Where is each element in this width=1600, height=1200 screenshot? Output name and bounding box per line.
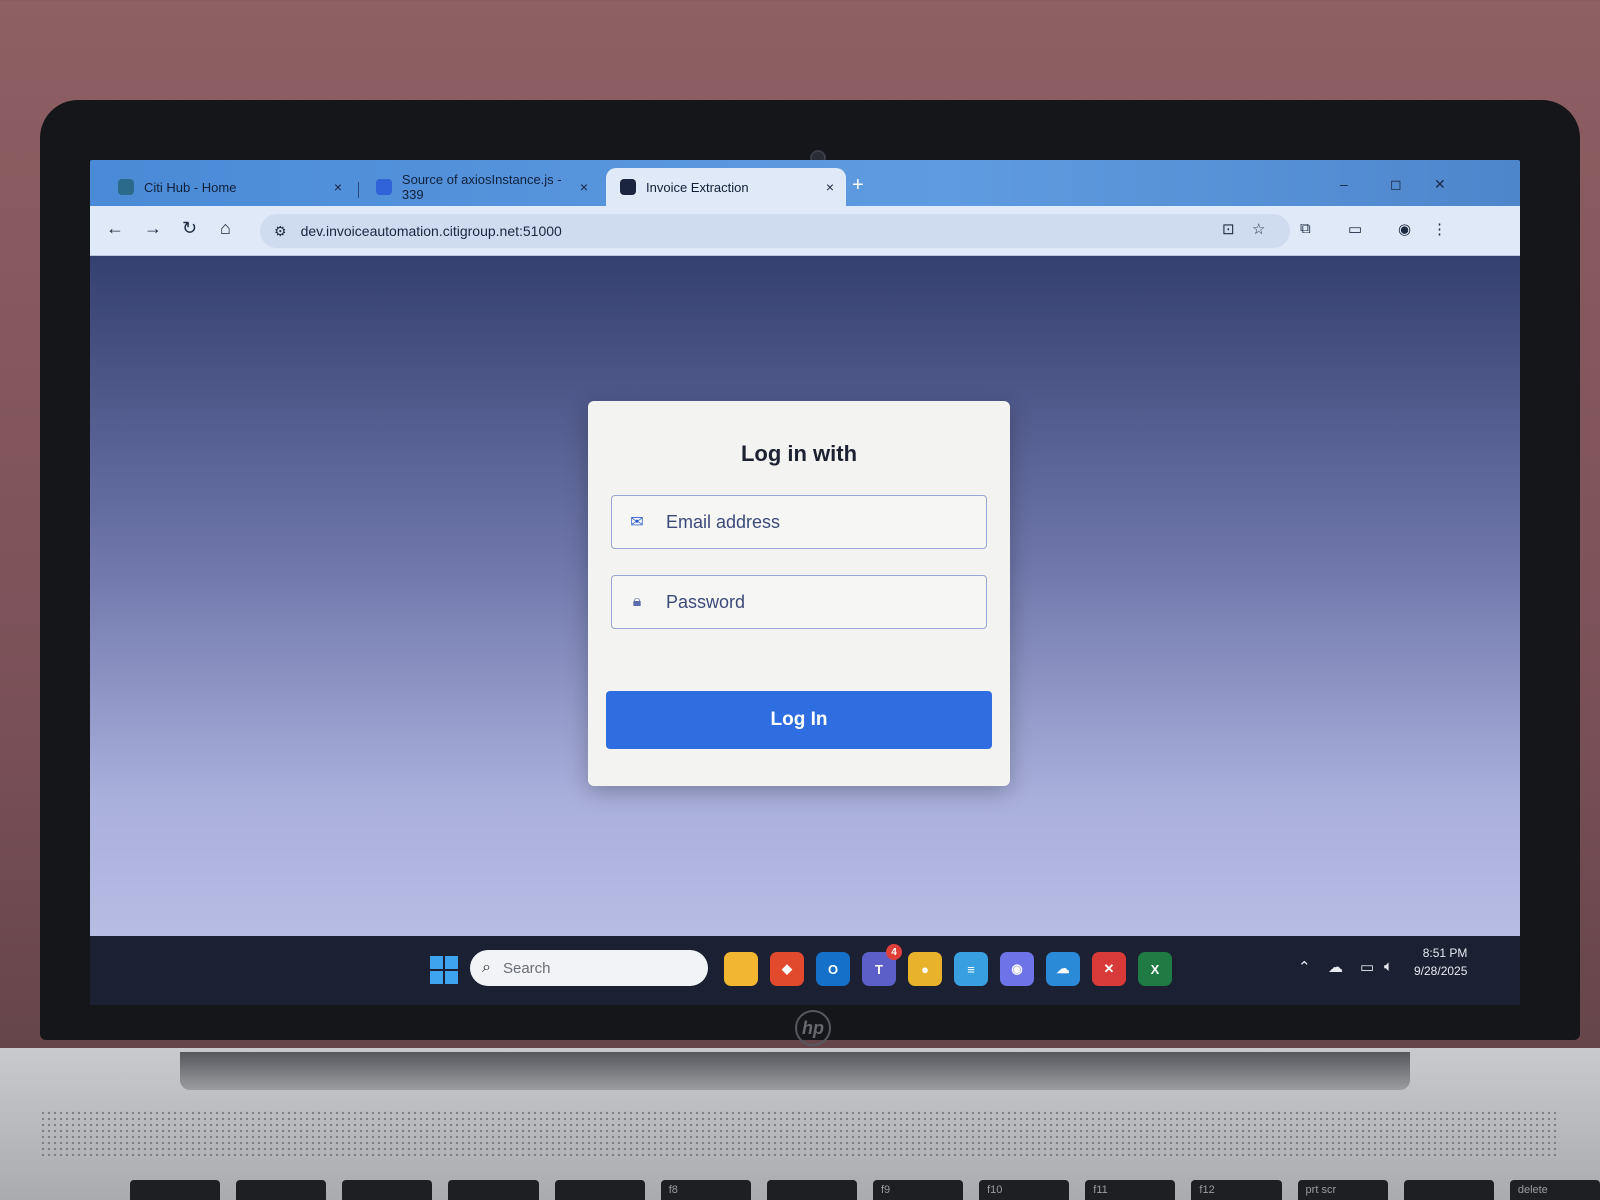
- clock-date: 9/28/2025: [1414, 964, 1468, 978]
- menu-kebab-icon[interactable]: ⋮: [1432, 220, 1447, 238]
- maximize-icon[interactable]: ◻: [1390, 176, 1402, 193]
- login-page: Log in with ✉ 🔒︎ Log In: [90, 256, 1520, 936]
- github-icon[interactable]: ◉: [1000, 952, 1034, 986]
- windows-taskbar: ⌕ ◆ O T4● ≡ ◉ ☁ ✕ X ⌃ ☁ ▭ 🔈︎ 8:51 PM 9/28/2025: [90, 936, 1520, 1005]
- tab-invoice-extraction[interactable]: Invoice Extraction ×: [606, 168, 846, 206]
- tab-label: Invoice Extraction: [646, 179, 749, 195]
- notification-badge: 4: [886, 944, 902, 960]
- extensions-icon[interactable]: ⧉: [1300, 220, 1311, 237]
- git-icon[interactable]: ◆: [770, 952, 804, 986]
- reading-mode-icon[interactable]: ▭: [1348, 220, 1362, 238]
- tab-label: Citi Hub - Home: [144, 179, 237, 195]
- hp-logo: hp: [795, 1010, 831, 1046]
- login-card: Log in with ✉ 🔒︎ Log In: [588, 401, 1010, 786]
- notepad-icon[interactable]: ≡: [954, 952, 988, 986]
- system-clock[interactable]: 8:51 PM 9/28/2025: [1414, 944, 1467, 980]
- reload-icon[interactable]: ↻: [182, 218, 197, 239]
- browser-tab-bar: Citi Hub - Home × Source of axiosInstanc…: [90, 160, 1520, 206]
- url-text[interactable]: dev.invoiceautomation.citigroup.net:5100…: [301, 223, 562, 239]
- email-field[interactable]: ✉: [611, 495, 987, 549]
- taskbar-search-input[interactable]: [502, 959, 683, 977]
- volume-icon[interactable]: 🔈︎: [1384, 958, 1393, 975]
- laptop-screen: Citi Hub - Home × Source of axiosInstanc…: [90, 160, 1520, 1005]
- clock-time: 8:51 PM: [1422, 946, 1468, 960]
- back-icon[interactable]: ←: [106, 218, 124, 239]
- app-icon: [620, 179, 636, 195]
- onedrive-icon[interactable]: ☁: [1328, 958, 1343, 976]
- taskbar-search[interactable]: ⌕: [470, 950, 708, 986]
- address-bar[interactable]: ⚙ dev.invoiceautomation.citigroup.net:51…: [260, 214, 1290, 248]
- install-app-icon[interactable]: ⊡: [1222, 220, 1235, 238]
- minimize-icon[interactable]: –: [1340, 176, 1348, 192]
- network-icon[interactable]: ▭: [1360, 958, 1374, 976]
- keyboard-key: delete: [1509, 1180, 1600, 1200]
- file-explorer-icon[interactable]: [724, 952, 758, 986]
- envelope-icon: ✉: [630, 514, 644, 531]
- sharepoint-icon: [118, 179, 134, 195]
- site-settings-icon[interactable]: ⚙: [274, 223, 287, 240]
- keyboard-key: prt scr: [1297, 1180, 1388, 1200]
- tab-label: Source of axiosInstance.js - 339: [401, 172, 562, 202]
- cloud-app-icon[interactable]: ☁: [1046, 952, 1080, 986]
- password-input[interactable]: [666, 591, 966, 613]
- window-close-icon[interactable]: ✕: [1434, 176, 1446, 193]
- search-icon: ⌕: [482, 959, 491, 976]
- keyboard-key: f11: [1085, 1180, 1176, 1200]
- email-input[interactable]: [666, 511, 966, 533]
- windows-start-icon[interactable]: [430, 956, 458, 984]
- password-field[interactable]: 🔒︎: [611, 575, 987, 629]
- home-icon[interactable]: ⌂: [220, 218, 231, 239]
- keyboard-key: f8: [660, 1180, 751, 1200]
- keyboard-key: [130, 1180, 221, 1200]
- shield-icon: [376, 179, 392, 195]
- lock-icon: 🔒︎: [632, 593, 642, 610]
- keyboard-key: f10: [979, 1180, 1070, 1200]
- keyboard-key: [1403, 1180, 1494, 1200]
- chevron-up-icon[interactable]: ⌃: [1298, 958, 1311, 976]
- keyboard-key: f12: [1191, 1180, 1282, 1200]
- laptop-hinge: [180, 1052, 1410, 1090]
- login-title: Log in with: [740, 441, 858, 466]
- forward-icon[interactable]: →: [144, 218, 162, 239]
- teams-icon[interactable]: T4: [862, 944, 902, 986]
- outlook-icon[interactable]: O: [816, 952, 850, 986]
- speaker-grille: [40, 1110, 1560, 1156]
- keyboard-key: [236, 1180, 327, 1200]
- keyboard-key: [554, 1180, 645, 1200]
- keyboard-row: f8 f9 f10 f11 f12 prt scr delete: [130, 1180, 1600, 1200]
- close-icon[interactable]: ×: [826, 179, 834, 195]
- tab-separator: [358, 182, 359, 198]
- close-icon[interactable]: ×: [580, 179, 588, 195]
- profile-icon[interactable]: ◉: [1398, 220, 1411, 238]
- excel-icon[interactable]: X: [1138, 952, 1172, 986]
- chrome-icon[interactable]: ●: [908, 952, 942, 986]
- bookmark-star-icon[interactable]: ☆: [1252, 220, 1265, 238]
- new-tab-button[interactable]: +: [852, 174, 864, 197]
- keyboard-key: [448, 1180, 539, 1200]
- tab-citi-hub[interactable]: Citi Hub - Home ×: [104, 168, 354, 206]
- login-button[interactable]: Log In: [606, 691, 992, 749]
- tab-axios-source[interactable]: Source of axiosInstance.js - 339 ×: [362, 168, 600, 206]
- keyboard-key: [342, 1180, 433, 1200]
- browser-toolbar: ← → ↻ ⌂ ⚙ dev.invoiceautomation.citigrou…: [90, 206, 1520, 256]
- error-app-icon[interactable]: ✕: [1092, 952, 1126, 986]
- close-icon[interactable]: ×: [334, 179, 342, 195]
- keyboard-key: f9: [872, 1180, 964, 1200]
- keyboard-key: [766, 1180, 857, 1200]
